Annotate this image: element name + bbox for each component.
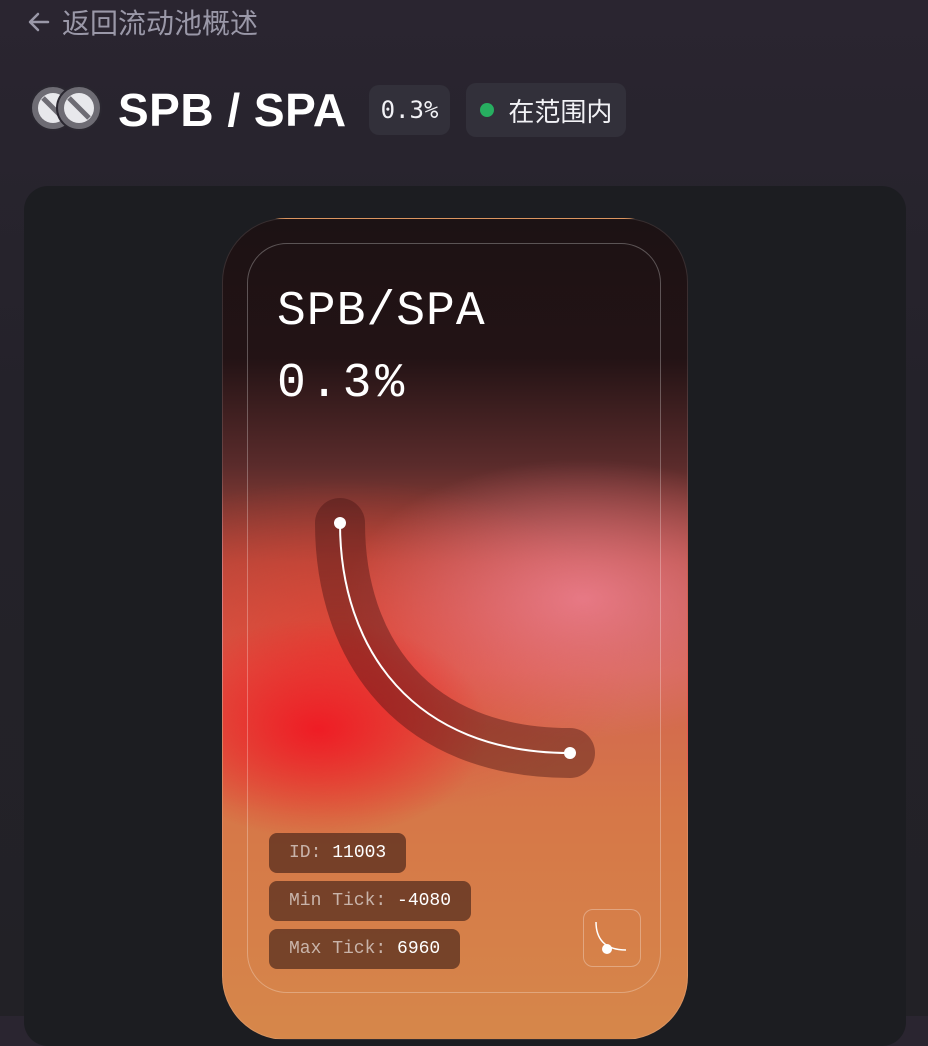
nft-id-value: 11003 xyxy=(332,843,387,863)
back-to-pools-link[interactable]: 返回流动池概述 xyxy=(26,2,258,42)
range-status-badge: 在范围内 xyxy=(466,83,627,137)
position-nft-card[interactable]: SPB/SPA 0.3% ID: 11003 Min Tick: -4080 M… xyxy=(222,218,688,1040)
status-dot-icon xyxy=(480,103,495,117)
max-tick-value: 6960 xyxy=(397,939,441,959)
token-spa-icon xyxy=(56,85,102,131)
nft-id-key: ID: xyxy=(289,843,322,863)
mini-curve-icon xyxy=(595,921,627,954)
mini-curve-badge xyxy=(583,909,641,967)
nft-min-tick-pill: Min Tick: -4080 xyxy=(269,881,472,921)
nft-id-pill: ID: 11003 xyxy=(269,833,407,873)
min-tick-value: -4080 xyxy=(397,891,452,911)
back-link-label: 返回流动池概述 xyxy=(62,7,259,40)
arrow-left-icon xyxy=(28,12,50,32)
token-pair-logos xyxy=(30,85,104,135)
fee-tier-badge: 0.3% xyxy=(368,85,451,135)
range-status-label: 在范围内 xyxy=(508,97,613,128)
nft-max-tick-pill: Max Tick: 6960 xyxy=(269,929,461,969)
pool-pair-title: SPB / SPA xyxy=(118,84,347,136)
pool-header: SPB / SPA 0.3% 在范围内 xyxy=(30,80,627,140)
min-tick-key: Min Tick: xyxy=(289,891,387,911)
max-tick-key: Max Tick: xyxy=(289,939,387,959)
